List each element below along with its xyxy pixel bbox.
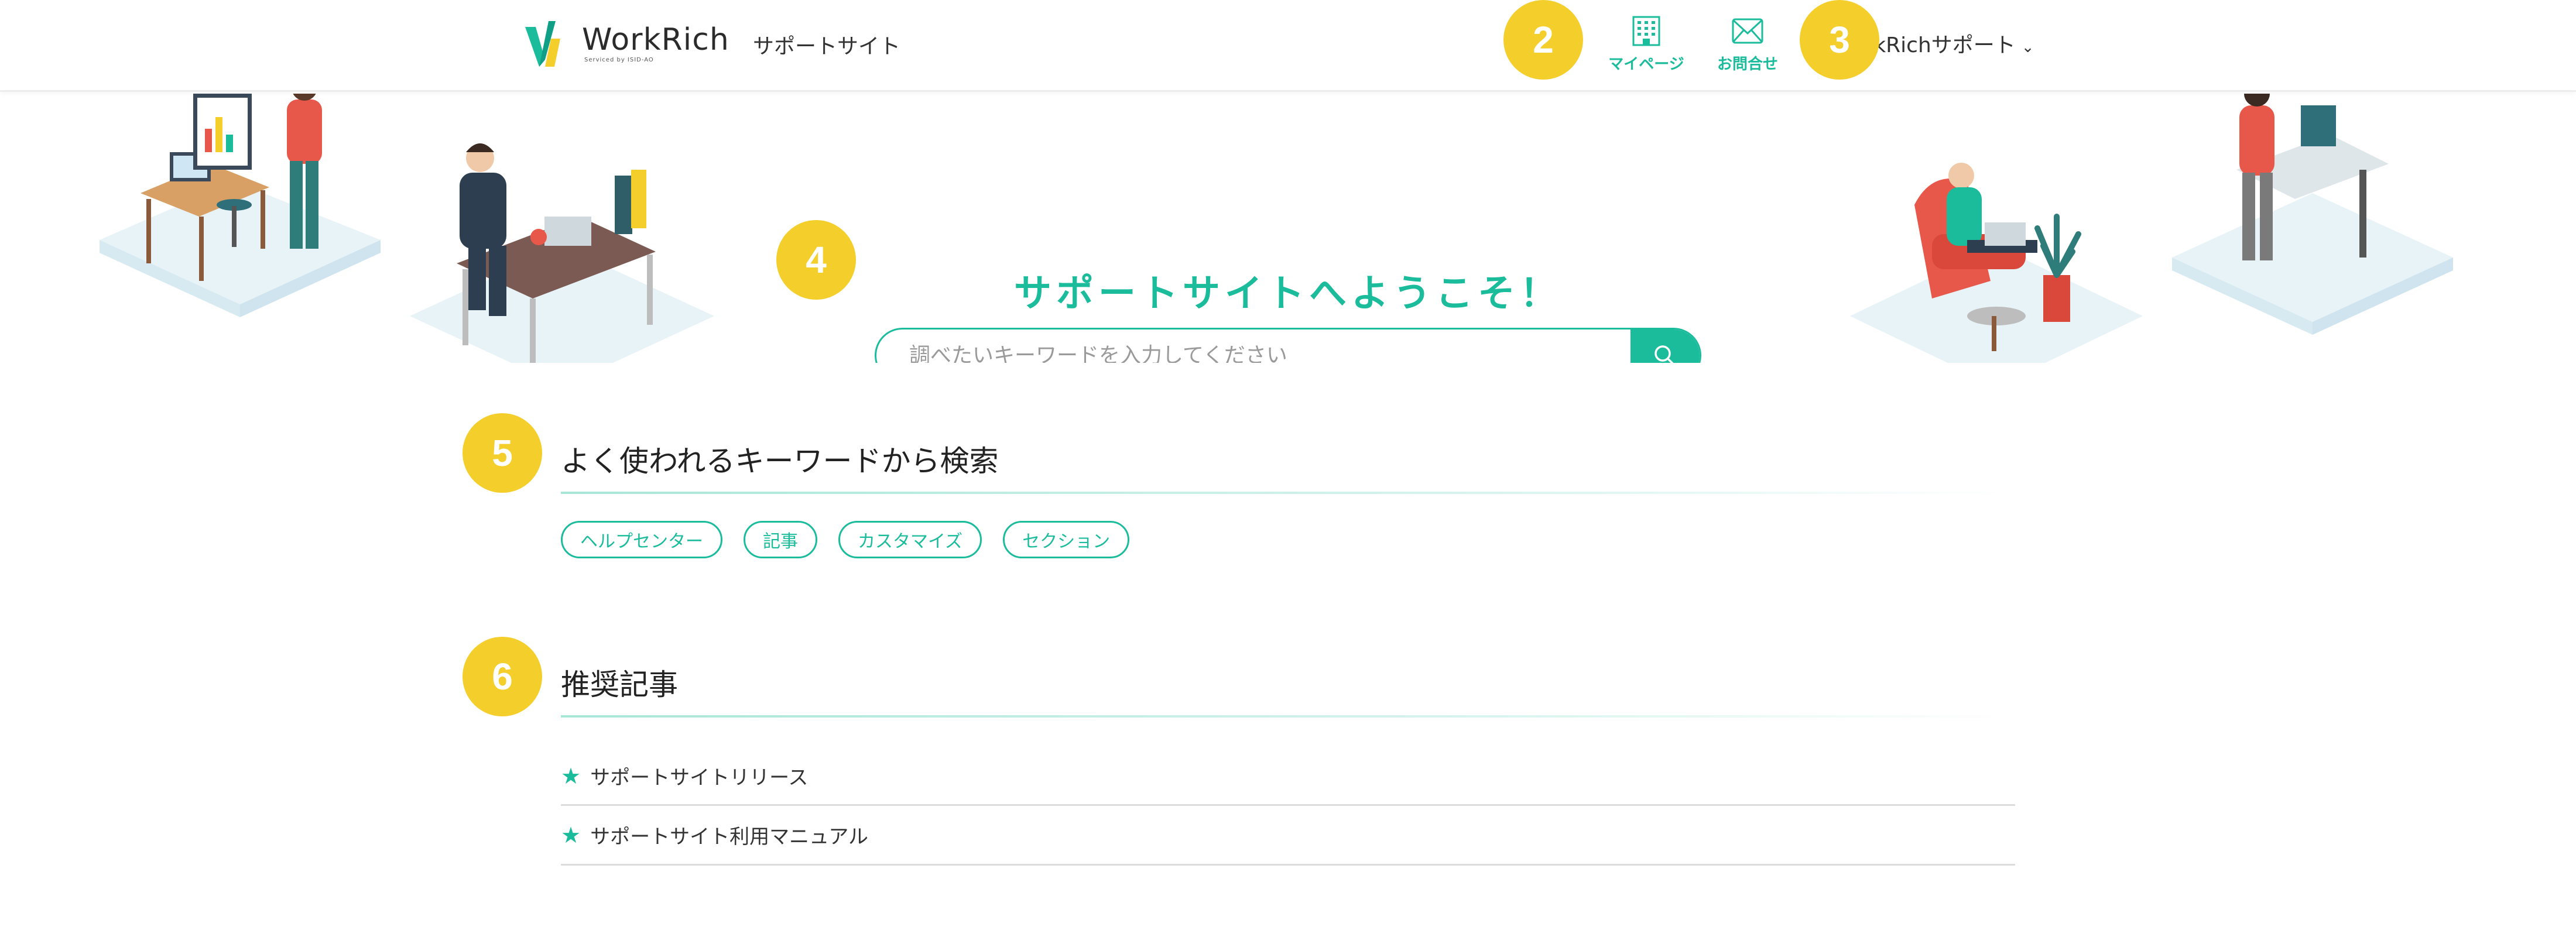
search-input[interactable] [876,330,1634,363]
callout-badge: 6 [463,637,542,716]
star-icon: ★ [561,822,581,848]
nav-mypage-label: マイページ [1608,56,1684,73]
article-item[interactable]: ★ サポートサイトリリース [561,747,2015,806]
article-item[interactable]: ★ サポートサイト利用マニュアル [561,806,2015,866]
keywords-section-title: よく使われるキーワードから検索 [561,444,999,478]
mail-icon [1732,18,1763,44]
recommended-article-list: ★ サポートサイトリリース ★ サポートサイト利用マニュアル [561,747,2015,866]
logo-text[interactable]: WorkRich [582,22,729,57]
building-icon [1632,16,1660,46]
article-title[interactable]: サポートサイトリリース [590,761,808,790]
search-box [875,328,1701,363]
keyword-tag[interactable]: ヘルプセンター [561,521,722,558]
keyword-tag[interactable]: セクション [1003,521,1130,558]
desk-worker-illustration [410,143,714,363]
search-button[interactable] [1630,330,1700,363]
keyword-tag[interactable]: 記事 [744,521,817,558]
recommended-section-divider [561,715,2013,718]
search-icon [1654,345,1674,363]
armchair-illustration [1850,163,2143,363]
article-title[interactable]: サポートサイト利用マニュアル [590,821,868,849]
keyword-tag-list: ヘルプセンター 記事 カスタマイズ セクション [561,521,1130,558]
office-illustration-left [100,94,381,317]
recommended-section-title: 推奨記事 [561,668,678,702]
nav-contact[interactable]: お問合せ [1704,15,1791,79]
chevron-down-icon: ⌄ [2021,39,2034,56]
keywords-section-divider [561,492,2013,494]
nav-mypage[interactable]: マイページ [1602,15,1690,79]
hero-title: サポートサイトへようこそ！ [1014,272,1562,315]
keyword-tag[interactable]: カスタマイズ [838,521,982,558]
star-icon: ★ [561,763,581,789]
nav-contact-label: お問合せ [1717,56,1778,73]
site-header: WorkRich Serviced by ISID-AO サポートサイト マイペ… [0,0,2576,92]
callout-badge: 5 [463,413,542,493]
callout-badge: 2 [1503,0,1583,80]
standing-desk-illustration [2172,94,2453,335]
callout-badge: 4 [776,220,856,300]
callout-badge: 3 [1800,0,1879,80]
site-name[interactable]: サポートサイト [753,29,900,60]
logo-subtext: Serviced by ISID-AO [584,57,654,63]
workrich-logo[interactable] [525,19,581,69]
hero-banner: サポートサイトへようこそ！ [0,94,2576,363]
